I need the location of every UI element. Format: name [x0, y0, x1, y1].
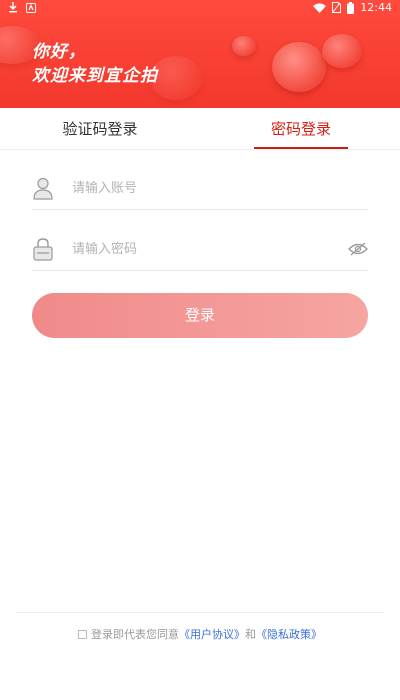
account-input[interactable] — [72, 174, 332, 202]
login-button[interactable]: 登录 — [32, 293, 368, 338]
lock-icon — [33, 238, 53, 261]
agreement-conjunction: 和 — [245, 628, 256, 641]
user-agreement-link[interactable]: 《用户协议》 — [179, 628, 245, 641]
password-input[interactable] — [72, 235, 332, 263]
sim-off-icon — [332, 2, 342, 13]
active-tab-indicator — [254, 147, 348, 149]
agreement-checkbox[interactable] — [78, 630, 87, 639]
download-icon — [9, 2, 17, 13]
account-field — [32, 168, 368, 210]
greeting-line-1: 你好， — [32, 42, 86, 62]
status-bar: 12:44 — [0, 0, 400, 17]
tab-password-login[interactable]: 密码登录 — [254, 108, 348, 150]
battery-icon — [347, 1, 355, 14]
wifi-icon — [313, 3, 327, 13]
greeting-line-2: 欢迎来到宜企拍 — [32, 66, 158, 86]
user-icon — [33, 177, 53, 200]
eye-hidden-icon[interactable] — [348, 241, 368, 257]
login-tabs: 验证码登录 密码登录 — [0, 108, 400, 150]
privacy-policy-link[interactable]: 《隐私政策》 — [256, 628, 322, 641]
welcome-greeting: 你好， 欢迎来到宜企拍 — [32, 40, 158, 88]
tab-sms-login[interactable]: 验证码登录 — [40, 108, 160, 150]
header-banner: 12:44 你好， 欢迎来到宜企拍 — [0, 0, 400, 108]
decor-disc-right — [322, 34, 362, 68]
decor-disc-large — [272, 42, 326, 92]
app-notification-icon — [26, 2, 36, 13]
decor-disc-small — [232, 36, 256, 56]
password-field — [32, 229, 368, 271]
agreement-notice: 登录即代表您同意《用户协议》和《隐私政策》 — [0, 626, 400, 644]
agreement-prefix: 登录即代表您同意 — [91, 628, 179, 641]
footer-divider — [16, 612, 384, 613]
status-time: 12:44 — [360, 1, 392, 14]
